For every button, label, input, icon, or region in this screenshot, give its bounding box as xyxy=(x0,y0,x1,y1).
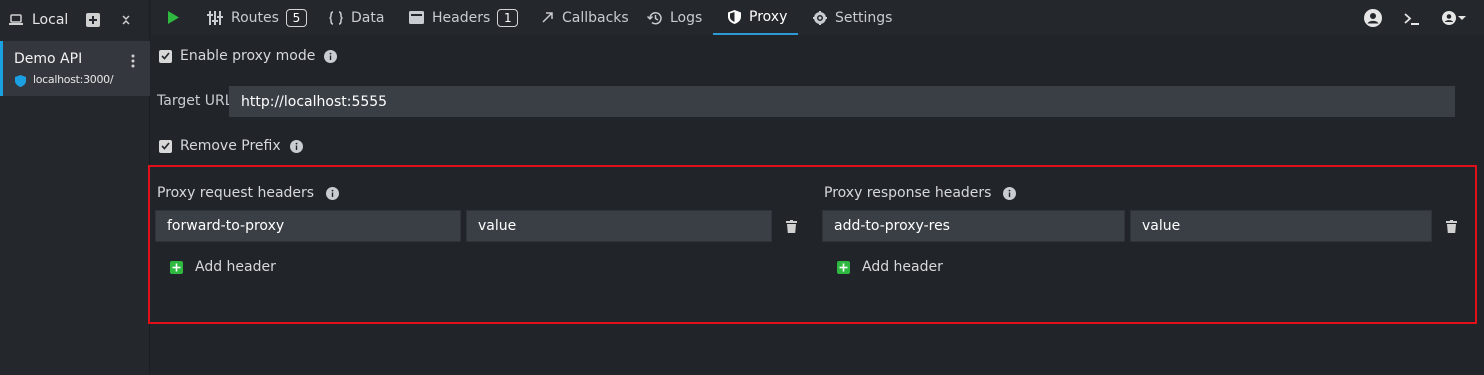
collapse-icon[interactable] xyxy=(119,13,133,27)
response-add-header-label: Add header xyxy=(862,259,943,275)
tab-callbacks[interactable]: Callbacks xyxy=(541,0,629,35)
tab-logs[interactable]: Logs xyxy=(647,0,702,35)
response-headers-title: Proxy response headers xyxy=(824,185,1017,201)
header-card-icon xyxy=(409,11,424,24)
tab-routes[interactable]: Routes 5 xyxy=(207,0,307,35)
remove-prefix-label: Remove Prefix xyxy=(180,138,281,154)
trash-icon[interactable] xyxy=(786,220,797,233)
headers-count-badge: 1 xyxy=(497,8,519,27)
remove-prefix-checkbox[interactable] xyxy=(159,139,172,153)
request-header-value-input[interactable] xyxy=(466,210,772,242)
info-icon[interactable] xyxy=(289,139,303,153)
play-icon[interactable] xyxy=(167,11,179,24)
history-icon xyxy=(647,11,662,24)
user-circle-icon[interactable] xyxy=(1364,9,1382,27)
laptop-icon xyxy=(9,14,23,25)
tab-proxy[interactable]: Proxy xyxy=(713,0,798,35)
request-header-key-input[interactable] xyxy=(155,210,461,242)
environments-sidebar: Local Demo API localhost:3000/ xyxy=(0,0,150,375)
info-icon[interactable] xyxy=(1003,186,1017,200)
trash-icon[interactable] xyxy=(1446,220,1457,233)
more-vertical-icon[interactable] xyxy=(127,53,139,69)
environment-item[interactable]: Demo API localhost:3000/ xyxy=(0,41,150,96)
remove-prefix-row: Remove Prefix xyxy=(159,136,303,156)
environment-bar: Local xyxy=(0,0,150,40)
response-header-value-input[interactable] xyxy=(1130,210,1432,242)
tab-headers-label: Headers xyxy=(432,9,491,26)
enable-proxy-label: Enable proxy mode xyxy=(180,48,316,64)
target-url-label: Target URL xyxy=(157,93,233,109)
enable-proxy-row: Enable proxy mode xyxy=(159,46,338,66)
checkmark-icon xyxy=(161,142,170,150)
tab-settings[interactable]: Settings xyxy=(813,0,892,35)
add-icon xyxy=(170,260,183,274)
add-environment-icon[interactable] xyxy=(86,13,100,27)
response-header-key-input[interactable] xyxy=(822,210,1125,242)
shield-icon xyxy=(728,9,741,24)
tab-callbacks-label: Callbacks xyxy=(562,9,629,26)
account-menu-icon[interactable] xyxy=(1441,9,1469,27)
environment-host: localhost:3000/ xyxy=(33,73,114,86)
environment-name: Demo API xyxy=(14,51,83,67)
response-add-header-button[interactable]: Add header xyxy=(837,259,943,275)
gear-icon xyxy=(813,10,827,25)
response-headers-title-text: Proxy response headers xyxy=(824,185,992,201)
tab-data[interactable]: Data xyxy=(329,0,384,35)
tab-logs-label: Logs xyxy=(670,9,703,26)
request-add-header-button[interactable]: Add header xyxy=(170,259,276,275)
checkmark-icon xyxy=(161,52,170,60)
braces-icon xyxy=(329,10,343,25)
info-icon[interactable] xyxy=(324,49,338,63)
proxy-settings-panel: Enable proxy mode Target URL Remove Pref… xyxy=(148,35,1484,375)
routes-count-badge: 5 xyxy=(285,8,307,27)
request-headers-title-text: Proxy request headers xyxy=(157,185,315,201)
add-icon xyxy=(837,260,850,274)
proxy-headers-section: Proxy request headers Add header xyxy=(148,165,1477,324)
request-add-header-label: Add header xyxy=(195,259,276,275)
request-headers-title: Proxy request headers xyxy=(157,185,340,201)
tab-data-label: Data xyxy=(351,9,385,26)
info-icon[interactable] xyxy=(326,186,340,200)
enable-proxy-checkbox[interactable] xyxy=(159,49,172,63)
target-url-input[interactable] xyxy=(229,86,1455,117)
tab-headers[interactable]: Headers 1 xyxy=(409,0,519,35)
tab-settings-label: Settings xyxy=(835,9,893,26)
arrow-up-right-icon xyxy=(542,12,553,23)
terminal-icon[interactable] xyxy=(1404,12,1420,26)
sliders-icon xyxy=(207,10,223,25)
tab-proxy-label: Proxy xyxy=(749,8,788,25)
top-navigation: Routes 5 Data Headers 1 Callbacks Logs P… xyxy=(151,0,1484,35)
tab-routes-label: Routes xyxy=(231,9,279,26)
environment-label: Local xyxy=(32,12,69,28)
shield-icon xyxy=(15,75,26,87)
